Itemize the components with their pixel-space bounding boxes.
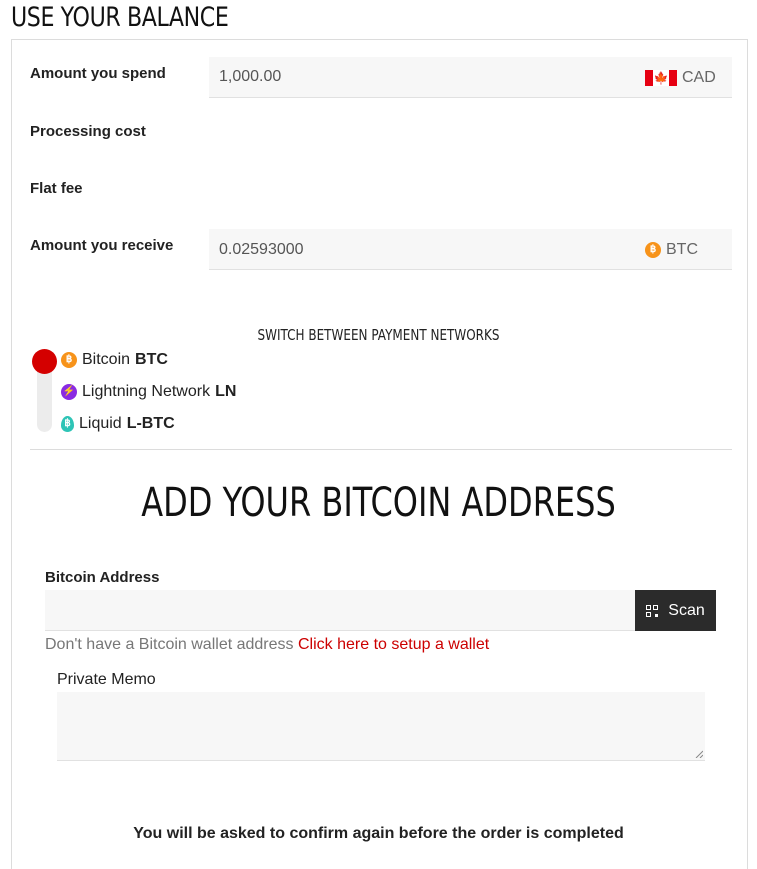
qr-code-icon [646,604,659,617]
network-option-lightning[interactable]: ⚡ Lightning Network LN [61,383,236,401]
liquid-icon: ฿ [61,416,74,432]
private-memo-textarea[interactable] [57,692,705,761]
network-slider-handle[interactable] [32,349,57,374]
address-section-title: ADD YOUR BITCOIN ADDRESS [141,480,616,526]
canada-flag-icon: 🍁 [645,70,677,86]
amount-receive-field: 0.02593000 ฿ BTC [209,229,732,270]
setup-wallet-link[interactable]: Click here to setup a wallet [298,636,489,653]
processing-cost-label: Processing cost [30,123,146,140]
resize-grip-icon[interactable] [695,750,703,758]
private-memo-label: Private Memo [57,671,156,688]
network-name: Lightning Network [82,383,211,400]
currency-btc: ฿ BTC [645,241,698,259]
bitcoin-icon: ฿ [61,352,77,368]
currency-cad: 🍁 CAD [645,69,716,87]
section-divider [30,449,732,450]
bitcoin-address-label: Bitcoin Address [45,569,160,586]
wallet-hint: Don't have a Bitcoin wallet address Clic… [45,636,489,654]
amount-spend-value[interactable]: 1,000.00 [219,68,281,86]
bitcoin-address-input[interactable] [45,590,635,631]
amount-receive-value: 0.02593000 [219,241,304,258]
amount-spend-label: Amount you spend [30,65,166,82]
lightning-icon: ⚡ [61,384,77,400]
amount-spend-field[interactable]: 1,000.00 🍁 CAD [209,57,732,98]
network-option-bitcoin[interactable]: ฿ Bitcoin BTC [61,351,168,369]
confirm-note: You will be asked to confirm again befor… [133,825,624,842]
bitcoin-icon: ฿ [645,242,661,258]
network-switch-title: SWITCH BETWEEN PAYMENT NETWORKS [257,326,500,344]
network-name: Liquid [79,415,122,432]
amount-receive-label: Amount you receive [30,237,174,254]
scan-button[interactable]: Scan [635,590,716,631]
currency-code: CAD [682,69,716,86]
network-code: BTC [135,351,168,368]
currency-code: BTC [666,241,698,258]
flat-fee-label: Flat fee [30,180,83,197]
network-option-liquid[interactable]: ฿ Liquid L-BTC [61,415,175,433]
scan-button-label: Scan [668,601,705,619]
wallet-hint-text: Don't have a Bitcoin wallet address [45,636,294,653]
network-code: L-BTC [126,415,175,432]
network-code: LN [215,383,237,400]
page-title: USE YOUR BALANCE [11,2,229,33]
network-name: Bitcoin [82,351,131,368]
